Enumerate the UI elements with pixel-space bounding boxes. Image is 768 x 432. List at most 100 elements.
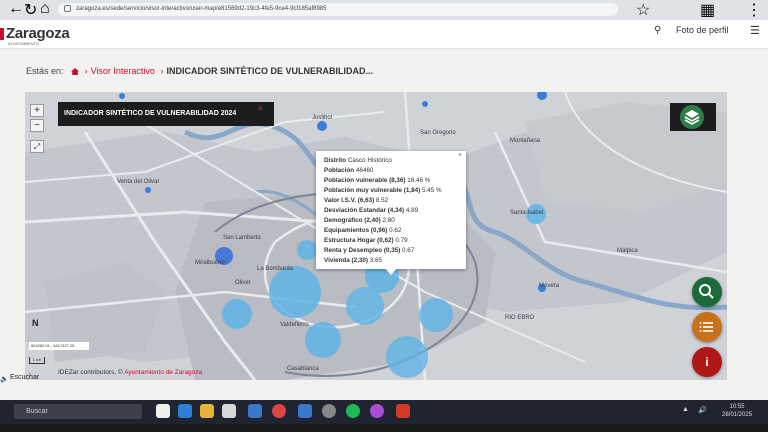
chrome-icon[interactable]: [272, 404, 286, 418]
popup-pointer: [385, 268, 397, 275]
popup-row-value: Casco Histórico: [347, 157, 392, 164]
popup-row-label: Población: [324, 167, 355, 174]
popup-row-value: 46460: [355, 167, 374, 174]
search-icon[interactable]: ⚲: [654, 25, 661, 36]
place-label: Miralbueno: [195, 260, 225, 266]
popup-row: Renta y Desempleo (0,35) 0.67: [324, 246, 458, 256]
store-icon[interactable]: [248, 404, 262, 418]
spotify-icon[interactable]: [346, 404, 360, 418]
place-label: Venta del Olivar: [117, 179, 159, 185]
popup-row-label: Vivienda (2,30): [324, 257, 368, 264]
popup-row-value: 0.79: [395, 237, 408, 244]
address-bar[interactable]: zaragoza.es/sede/servicio/visor-interact…: [58, 3, 618, 16]
map-layer-title: INDICADOR SINTÉTICO DE VULNERABILIDAD 20…: [58, 102, 274, 126]
place-label: Casablanca: [287, 366, 319, 372]
edge-icon[interactable]: [178, 404, 192, 418]
popup-row: Población 46460: [324, 166, 458, 176]
place-label: Malpica: [617, 248, 638, 254]
place-label: Movera: [539, 283, 560, 289]
close-icon[interactable]: ×: [258, 104, 263, 113]
popup-row-value: 4.89: [405, 207, 419, 214]
popup-row-label: Desviación Estandar (4,34): [324, 207, 405, 214]
reload-icon[interactable]: ↻: [24, 0, 37, 20]
map-coordinates: 664282.01 ; 4617327.25: [29, 342, 89, 350]
popup-row: Valor I.S.V. (6,63) 8.52: [324, 196, 458, 206]
breadcrumb-current: INDICADOR SINTÉTICO DE VULNERABILIDAD...: [166, 66, 373, 76]
speaker-icon[interactable]: 🔈: [0, 375, 9, 383]
breadcrumb-visor-link[interactable]: Visor Interactivo: [91, 66, 155, 76]
place-label: Juslibol: [312, 115, 332, 121]
popup-row-value: 0.62: [389, 227, 402, 234]
home-icon[interactable]: ⌂: [40, 0, 50, 18]
system-tray-icon[interactable]: ▲: [682, 406, 689, 413]
popup-row: Demográfico (2,40) 2.80: [324, 216, 458, 226]
app-icon[interactable]: [370, 404, 384, 418]
popup-row-label: Demográfico (2,40): [324, 217, 381, 224]
map-search-button[interactable]: [692, 277, 722, 307]
popup-row-label: Renta y Desempleo (0,35): [324, 247, 401, 254]
hamburger-menu-icon[interactable]: ☰: [750, 24, 760, 37]
place-label: La Bombarda: [257, 266, 294, 272]
attribution-text: IDEZar contributors, ©: [58, 369, 123, 376]
fullscreen-icon[interactable]: ⤢: [30, 140, 44, 153]
breadcrumb-separator-icon: ›: [160, 66, 164, 76]
profile-link[interactable]: Foto de perfil: [676, 25, 729, 35]
legend-list-button[interactable]: [692, 312, 722, 342]
file-explorer-icon[interactable]: [200, 404, 214, 418]
layers-button[interactable]: [670, 103, 716, 131]
listen-button[interactable]: Escuchar: [10, 374, 39, 381]
popup-row: Vivienda (2,30) 3.65: [324, 256, 458, 266]
pdf-reader-icon[interactable]: [396, 404, 410, 418]
volume-icon[interactable]: 🔊: [698, 406, 707, 414]
popup-row: Equipamientos (0,96) 0.62: [324, 226, 458, 236]
zoom-in-button[interactable]: +: [30, 104, 44, 117]
popup-row: Distrito Casco Histórico: [324, 156, 458, 166]
clock-time: 10:55: [729, 404, 745, 410]
clock-date: 28/01/2025: [722, 412, 753, 418]
logo-mark: [0, 28, 4, 40]
taskbar-search[interactable]: Buscar: [14, 404, 142, 419]
place-label: Oliver: [235, 280, 251, 286]
popup-close-icon[interactable]: ×: [458, 152, 462, 159]
popup-row-value: 16.46 %: [407, 177, 431, 184]
extensions-icon[interactable]: ▦: [700, 0, 715, 20]
back-icon[interactable]: ←: [8, 0, 24, 18]
task-view-icon[interactable]: [156, 404, 170, 418]
popup-row-value: 3.65: [369, 257, 382, 264]
zoom-out-button[interactable]: −: [30, 119, 44, 132]
popup-row-value: 8.52: [375, 197, 389, 204]
place-label: San Gregorio: [420, 130, 456, 136]
breadcrumb-separator-icon: ›: [84, 66, 88, 76]
breadcrumb-label: Estás en:: [26, 66, 64, 76]
logo-subtitle: AYUNTAMIENTO: [8, 41, 40, 46]
attribution-link[interactable]: Ayuntamiento de Zaragoza: [124, 369, 202, 376]
popup-row: Estructura Hogar (0,62) 0.79: [324, 236, 458, 246]
breadcrumb: Estás en: › Visor Interactivo › INDICADOR …: [26, 66, 373, 76]
layers-icon: [680, 105, 704, 129]
info-button[interactable]: i: [692, 347, 722, 377]
place-label: San Lamberto: [223, 235, 261, 241]
site-logo[interactable]: Zaragoza: [6, 25, 70, 42]
taskbar-clock[interactable]: 10:55 28/01/2025: [722, 403, 752, 419]
place-label: RIO EBRO: [505, 315, 535, 321]
star-icon[interactable]: ☆: [636, 0, 650, 20]
site-header: [0, 20, 768, 49]
popup-row-label: Equipamientos (0,96): [324, 227, 388, 234]
home-icon[interactable]: [71, 68, 80, 75]
popup-row-label: Población vulnerable (8,36): [324, 177, 406, 184]
map-scale-bar: 1 km: [29, 357, 45, 364]
browser-menu-icon[interactable]: ⋮: [746, 0, 762, 20]
popup-row-label: Distrito: [324, 157, 347, 164]
district-info-popup: Distrito Casco Histórico Población 46460 P…: [316, 151, 466, 269]
map-attribution: IDEZar contributors, © Ayuntamiento de Z…: [58, 369, 202, 376]
calendar-icon[interactable]: [222, 404, 236, 418]
popup-row-value: 0.67: [402, 247, 415, 254]
popup-row-label: Valor I.S.V. (6,63): [324, 197, 375, 204]
lock-icon[interactable]: [64, 5, 71, 12]
app-icon[interactable]: [298, 404, 312, 418]
place-label: Valdefierro: [280, 322, 309, 328]
popup-row: Población vulnerable (8,36) 16.46 %: [324, 176, 458, 186]
app-icon[interactable]: [322, 404, 336, 418]
monitor-bezel: [0, 424, 768, 432]
popup-row-value: 2.80: [382, 217, 395, 224]
